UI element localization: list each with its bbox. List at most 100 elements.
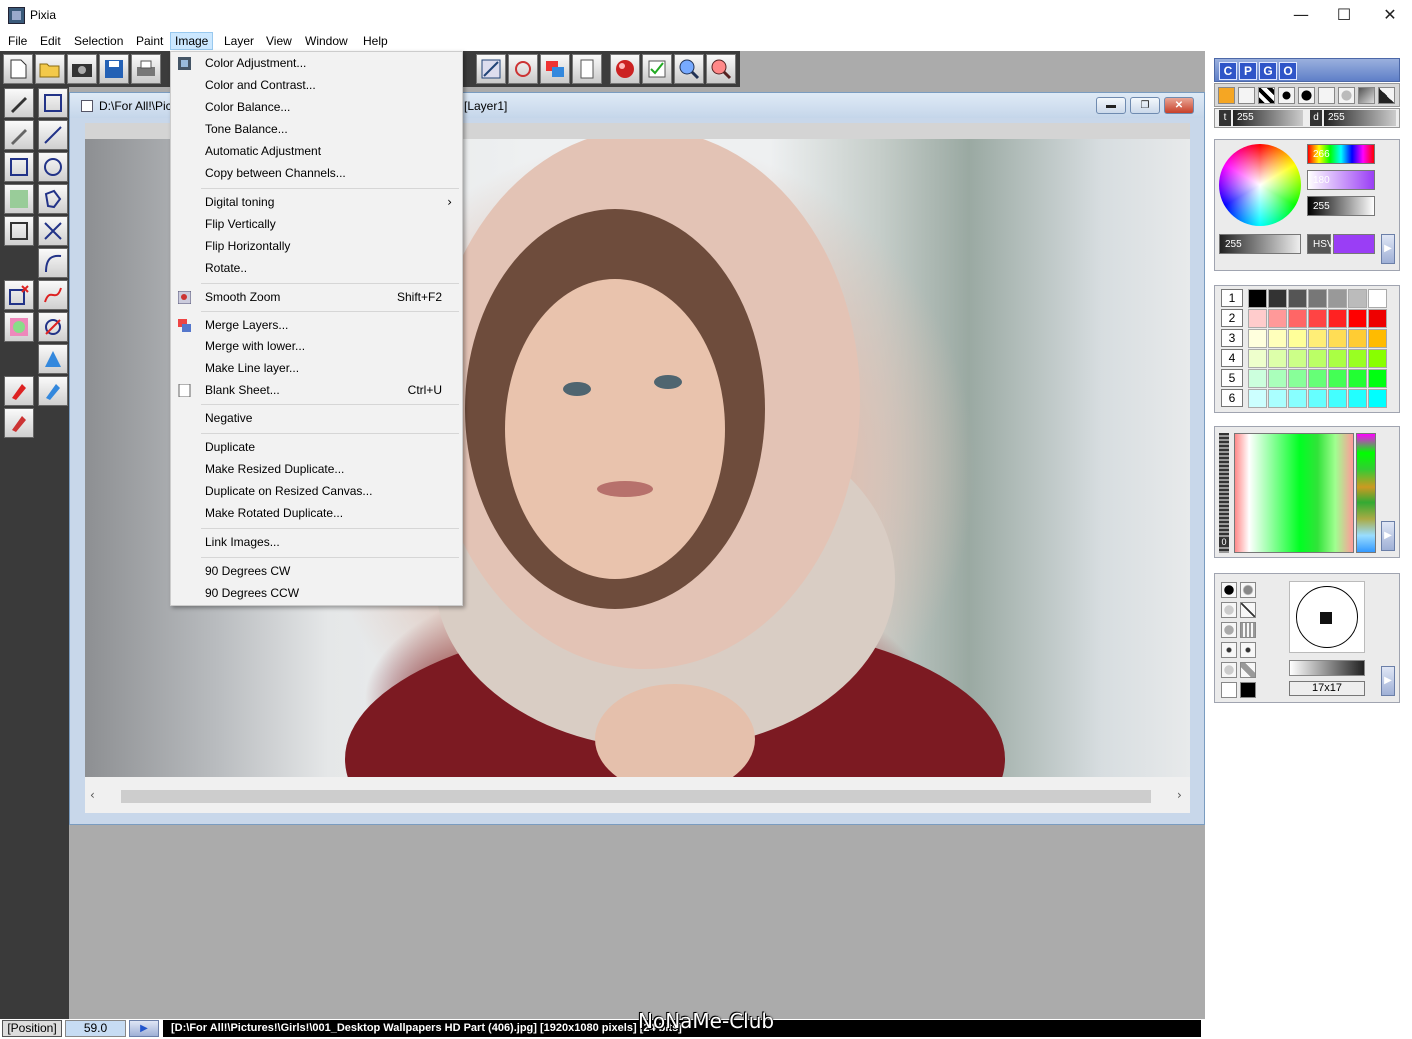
alpha-slider[interactable]: 255 xyxy=(1219,234,1301,254)
document-maximize-button[interactable]: ❐ xyxy=(1130,97,1160,114)
palette-swatch[interactable] xyxy=(1288,309,1307,328)
menu-file[interactable]: File xyxy=(4,32,31,50)
menu-item-rotated-duplicate[interactable]: Make Rotated Duplicate... xyxy=(171,503,462,524)
palette-swatch[interactable] xyxy=(1288,289,1307,308)
pen-brush-icon[interactable] xyxy=(1238,87,1255,104)
pen-tool[interactable] xyxy=(4,88,34,118)
current-color-swatch[interactable] xyxy=(1333,234,1375,254)
brush-shape-hard[interactable] xyxy=(1221,582,1237,598)
palette-swatch[interactable] xyxy=(1268,349,1287,368)
palette-swatch[interactable] xyxy=(1328,289,1347,308)
document-close-button[interactable]: ✕ xyxy=(1164,97,1194,114)
menu-paint[interactable]: Paint xyxy=(132,32,167,50)
hue-slider[interactable]: 266 xyxy=(1307,144,1375,164)
menu-item-duplicate[interactable]: Duplicate xyxy=(171,437,462,458)
brush-expand-icon[interactable]: ▶ xyxy=(1381,666,1395,696)
menu-item-automatic-adjustment[interactable]: Automatic Adjustment xyxy=(171,141,462,162)
palette-swatch[interactable] xyxy=(1248,309,1267,328)
palette-swatch[interactable] xyxy=(1288,329,1307,348)
palette-swatch[interactable] xyxy=(1368,329,1387,348)
palette-swatch[interactable] xyxy=(1368,349,1387,368)
menu-item-merge-layers[interactable]: Merge Layers... xyxy=(171,315,462,336)
palette-swatch[interactable] xyxy=(1348,369,1367,388)
transform-tool[interactable] xyxy=(38,344,68,374)
menu-item-flip-vertically[interactable]: Flip Vertically xyxy=(171,214,462,235)
save-button[interactable] xyxy=(99,54,129,84)
edit-curve-tool[interactable] xyxy=(38,312,68,342)
zoom-out-button[interactable] xyxy=(706,54,736,84)
brush-shape-diamond[interactable] xyxy=(1240,662,1256,678)
palette-row-6[interactable]: 6 xyxy=(1221,389,1243,407)
status-play-button[interactable]: ▶ xyxy=(129,1020,159,1037)
menu-item-digital-toning[interactable]: Digital toning › xyxy=(171,192,462,213)
palette-swatch[interactable] xyxy=(1328,309,1347,328)
scroll-left-icon[interactable]: ‹ xyxy=(90,788,95,802)
palette-swatch[interactable] xyxy=(1268,329,1287,348)
palette-swatch[interactable] xyxy=(1248,369,1267,388)
palette-swatch[interactable] xyxy=(1328,369,1347,388)
palette-swatch[interactable] xyxy=(1308,309,1327,328)
gradient-preview[interactable] xyxy=(1234,433,1354,553)
deselect-tool[interactable] xyxy=(4,280,34,310)
brush-shape-star[interactable] xyxy=(1221,642,1237,658)
open-file-button[interactable] xyxy=(35,54,65,84)
blue-fill-tool[interactable] xyxy=(38,376,68,406)
palette-swatch[interactable] xyxy=(1348,309,1367,328)
minimize-button[interactable]: — xyxy=(1278,0,1324,30)
dot-brush-icon[interactable] xyxy=(1278,87,1295,104)
menu-item-rotate[interactable]: Rotate.. xyxy=(171,258,462,279)
new-file-button[interactable] xyxy=(3,54,33,84)
menu-help[interactable]: Help xyxy=(359,32,392,50)
eraser-brush-icon[interactable] xyxy=(1378,87,1395,104)
menu-item-negative[interactable]: Negative xyxy=(171,408,462,429)
tab-gradient[interactable]: G xyxy=(1259,62,1277,80)
menu-item-make-line-layer[interactable]: Make Line layer... xyxy=(171,358,462,379)
camera-button[interactable] xyxy=(67,54,97,84)
tab-color[interactable]: C xyxy=(1219,62,1237,80)
rectangle-tool[interactable] xyxy=(4,152,34,182)
checklist-button[interactable] xyxy=(642,54,672,84)
menu-item-smooth-zoom[interactable]: Smooth Zoom Shift+F2 xyxy=(171,287,462,308)
palette-swatch[interactable] xyxy=(1348,329,1367,348)
bezier-tool[interactable] xyxy=(38,280,68,310)
resize-canvas-button[interactable] xyxy=(476,54,506,84)
menu-item-link-images[interactable]: Link Images... xyxy=(171,532,462,553)
ellipse-tool[interactable] xyxy=(38,152,68,182)
gradient-tool[interactable] xyxy=(4,184,34,214)
brush-opacity-slider[interactable] xyxy=(1289,660,1365,676)
fill-brush-icon[interactable] xyxy=(1218,87,1235,104)
menu-item-duplicate-resized-canvas[interactable]: Duplicate on Resized Canvas... xyxy=(171,481,462,502)
layers-button[interactable] xyxy=(540,54,570,84)
palette-row-5[interactable]: 5 xyxy=(1221,369,1243,387)
palette-swatch[interactable] xyxy=(1328,349,1347,368)
frame-tool[interactable] xyxy=(4,216,34,246)
menu-item-merge-lower[interactable]: Merge with lower... xyxy=(171,336,462,357)
tab-options[interactable]: O xyxy=(1279,62,1297,80)
brush-shape-circle[interactable] xyxy=(1221,662,1237,678)
menu-item-flip-horizontally[interactable]: Flip Horizontally xyxy=(171,236,462,257)
curve-tool[interactable] xyxy=(38,248,68,278)
palette-swatch[interactable] xyxy=(1268,309,1287,328)
brush-shape-dotted[interactable] xyxy=(1240,622,1256,638)
palette-swatch[interactable] xyxy=(1288,369,1307,388)
pencil-tool[interactable] xyxy=(4,120,34,150)
palette-swatch[interactable] xyxy=(1268,369,1287,388)
palette-swatch[interactable] xyxy=(1288,389,1307,408)
palette-swatch[interactable] xyxy=(1268,289,1287,308)
d-value[interactable]: 255 xyxy=(1324,110,1396,126)
palette-row-2[interactable]: 2 xyxy=(1221,309,1243,327)
palette-swatch[interactable] xyxy=(1308,349,1327,368)
lasso-tool[interactable] xyxy=(38,184,68,214)
palette-swatch[interactable] xyxy=(1368,289,1387,308)
menu-view[interactable]: View xyxy=(262,32,296,50)
palette-swatch[interactable] xyxy=(1368,389,1387,408)
brush-shape-black[interactable] xyxy=(1240,682,1256,698)
rect-select-tool[interactable] xyxy=(38,88,68,118)
t-value[interactable]: 255 xyxy=(1233,110,1303,126)
soft-brush-icon[interactable] xyxy=(1338,87,1355,104)
palette-swatch[interactable] xyxy=(1268,389,1287,408)
menu-item-color-adjustment[interactable]: Color Adjustment... xyxy=(171,53,462,74)
menu-image[interactable]: Image xyxy=(170,32,214,50)
menu-item-tone-balance[interactable]: Tone Balance... xyxy=(171,119,462,140)
menu-layer[interactable]: Layer xyxy=(220,32,258,50)
